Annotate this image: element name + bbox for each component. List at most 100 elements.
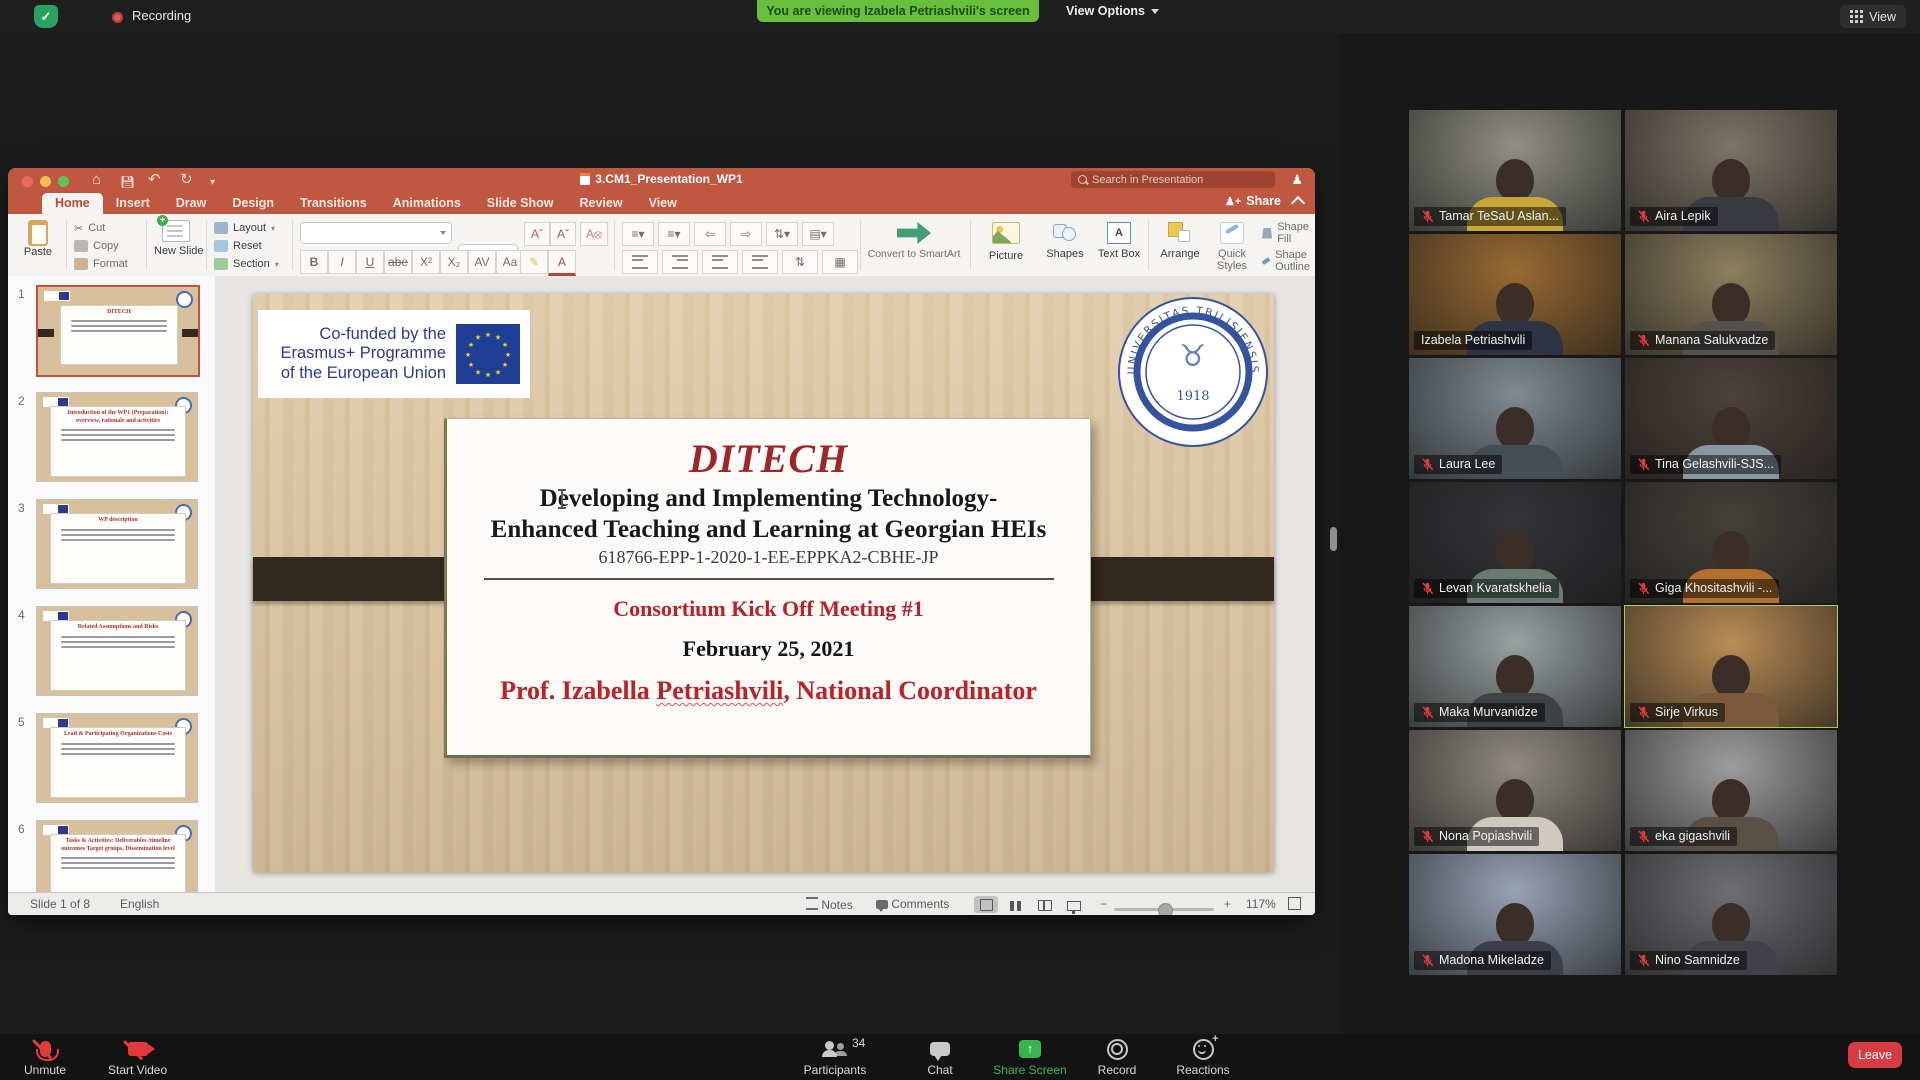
view-button[interactable]: View bbox=[1840, 5, 1906, 28]
italic-button[interactable]: I bbox=[328, 250, 356, 274]
language-status[interactable]: English bbox=[120, 897, 159, 911]
video-tile-nino-samnidze[interactable]: Nino Samnidze bbox=[1625, 854, 1837, 975]
highlight-color-button[interactable]: ✎ bbox=[520, 250, 548, 274]
slide-text-box[interactable]: DITECH Developing and Implementing Techn… bbox=[444, 418, 1091, 758]
tab-review[interactable]: Review bbox=[566, 193, 635, 214]
tab-home[interactable]: Home bbox=[42, 193, 103, 214]
font-name-select[interactable] bbox=[300, 222, 452, 244]
quick-styles-button[interactable]: Quick Styles bbox=[1208, 222, 1256, 272]
slide-thumbnail-5[interactable]: Lead & Participating Organizations Costs bbox=[36, 713, 198, 803]
video-tile-sirje-virkus[interactable]: Sirje Virkus bbox=[1625, 606, 1837, 727]
video-tile-levan-kvaratskhelia[interactable]: Levan Kvaratskhelia bbox=[1409, 482, 1621, 603]
video-tile-tamar-tesau-aslan[interactable]: Tamar TeSaU Aslan... bbox=[1409, 110, 1621, 231]
security-shield-icon[interactable]: ✓ bbox=[34, 5, 58, 28]
tab-draw[interactable]: Draw bbox=[163, 193, 220, 214]
superscript-button[interactable]: X² bbox=[412, 250, 440, 274]
record-button[interactable]: Record bbox=[1090, 1038, 1144, 1077]
arrange-button[interactable]: Arrange bbox=[1154, 222, 1206, 260]
zoom-out-button[interactable]: − bbox=[1100, 897, 1107, 911]
unmute-button[interactable]: Unmute bbox=[24, 1038, 66, 1077]
panel-splitter-handle[interactable] bbox=[1330, 527, 1337, 551]
video-tile-eka-gigashvili[interactable]: eka gigashvili bbox=[1625, 730, 1837, 851]
view-options-menu[interactable]: View Options bbox=[1058, 0, 1167, 22]
comments-toggle[interactable]: Comments bbox=[876, 897, 949, 911]
numbered-list-button[interactable]: ≡▾ bbox=[658, 222, 690, 246]
tab-insert[interactable]: Insert bbox=[103, 193, 163, 214]
zoom-slider-knob[interactable] bbox=[1158, 903, 1173, 915]
font-color-button[interactable]: A bbox=[548, 250, 576, 276]
share-screen-button[interactable]: ↑ Share Screen bbox=[988, 1038, 1072, 1077]
video-tile-nona-popiashvili[interactable]: Nona Popiashvili bbox=[1409, 730, 1621, 851]
align-left-button[interactable] bbox=[622, 250, 658, 274]
slide-thumbnail-2[interactable]: Introduction of the WP1 (Preparation): o… bbox=[36, 392, 198, 482]
tab-slide-show[interactable]: Slide Show bbox=[474, 193, 567, 214]
add-table-button[interactable]: ▤▾ bbox=[802, 222, 834, 246]
increase-indent-button[interactable]: ⇨ bbox=[730, 222, 762, 246]
search-in-presentation-input[interactable]: Search in Presentation bbox=[1071, 171, 1275, 188]
normal-view-button[interactable] bbox=[974, 896, 998, 913]
slide-thumbnail-1[interactable]: DITECH bbox=[36, 285, 200, 377]
reactions-button[interactable]: + Reactions bbox=[1168, 1038, 1238, 1077]
align-justify-button[interactable] bbox=[742, 250, 778, 274]
slide-sorter-view-button[interactable] bbox=[1003, 897, 1027, 914]
subscript-button[interactable]: X₂ bbox=[440, 250, 468, 274]
slide-thumbnail-3[interactable]: WP description bbox=[36, 499, 198, 589]
video-tile-maka-murvanidze[interactable]: Maka Murvanidze bbox=[1409, 606, 1621, 727]
section-button[interactable]: Section▾ bbox=[214, 255, 279, 273]
line-spacing-button[interactable]: ⇅▾ bbox=[766, 222, 798, 246]
tab-view[interactable]: View bbox=[636, 193, 690, 214]
strikethrough-button[interactable]: abe bbox=[384, 250, 412, 274]
picture-button[interactable]: Picture bbox=[980, 222, 1032, 262]
zoom-slider[interactable] bbox=[1114, 903, 1214, 915]
zoom-percentage[interactable]: 117% bbox=[1246, 897, 1276, 911]
account-presence-icon[interactable]: ♟︎ bbox=[1291, 172, 1303, 188]
new-slide-button[interactable]: + New Slide bbox=[154, 220, 198, 257]
start-video-button[interactable]: Start Video bbox=[108, 1038, 167, 1077]
align-right-button[interactable] bbox=[702, 250, 738, 274]
align-center-button[interactable] bbox=[662, 250, 698, 274]
cut-button[interactable]: ✂Cut bbox=[74, 219, 128, 237]
slide-thumbnail-4[interactable]: Related Assumptions and Risks bbox=[36, 606, 198, 696]
bullet-list-button[interactable]: ≡▾ bbox=[622, 222, 654, 246]
video-tile-madona-mikeladze[interactable]: Madona Mikeladze bbox=[1409, 854, 1621, 975]
convert-to-smartart-button[interactable]: Convert to SmartArt bbox=[866, 222, 962, 260]
bold-button[interactable]: B bbox=[300, 250, 328, 274]
text-box-button[interactable]: A Text Box bbox=[1096, 222, 1142, 260]
video-tile-izabela-petriashvili[interactable]: Izabela Petriashvili bbox=[1409, 234, 1621, 355]
video-tile-giga-khositashvili[interactable]: Giga Khositashvili -... bbox=[1625, 482, 1837, 603]
copy-button[interactable]: Copy bbox=[74, 237, 128, 255]
video-tile-tina-gelashvili-sjs[interactable]: Tina Gelashvili-SJS... bbox=[1625, 358, 1837, 479]
participants-button[interactable]: 34 Participants bbox=[800, 1038, 870, 1077]
tab-design[interactable]: Design bbox=[219, 193, 287, 214]
increase-font-button[interactable]: Aˆ bbox=[524, 222, 550, 246]
reading-view-button[interactable] bbox=[1033, 897, 1057, 914]
shape-fill-button[interactable]: Shape Fill▾ bbox=[1262, 224, 1315, 242]
tab-transitions[interactable]: Transitions bbox=[287, 193, 380, 214]
leave-button[interactable]: Leave bbox=[1848, 1042, 1902, 1068]
underline-button[interactable]: U bbox=[356, 250, 384, 274]
zoom-in-button[interactable]: + bbox=[1224, 897, 1231, 911]
columns-button[interactable]: ▦ bbox=[822, 250, 858, 274]
layout-button[interactable]: Layout▾ bbox=[214, 219, 279, 237]
current-slide[interactable]: Co-funded by the Erasmus+ Programme of t… bbox=[253, 294, 1274, 872]
reset-button[interactable]: Reset bbox=[214, 237, 279, 255]
ppt-share-button[interactable]: ♟︎+ Share bbox=[1225, 194, 1281, 208]
shape-outline-button[interactable]: Shape Outline▾ bbox=[1262, 252, 1315, 270]
slideshow-view-button[interactable] bbox=[1062, 897, 1086, 914]
shapes-button[interactable]: Shapes bbox=[1038, 222, 1092, 260]
text-direction-button[interactable]: ⇅ bbox=[782, 250, 818, 274]
decrease-indent-button[interactable]: ⇦ bbox=[694, 222, 726, 246]
video-tile-manana-salukvadze[interactable]: Manana Salukvadze bbox=[1625, 234, 1837, 355]
tab-animations[interactable]: Animations bbox=[380, 193, 474, 214]
decrease-font-button[interactable]: Aˇ bbox=[550, 222, 576, 246]
slide-thumbnail-6[interactable]: Tasks & Activities: Deliverables /timeli… bbox=[36, 820, 198, 892]
format-painter-button[interactable]: Format bbox=[74, 255, 128, 273]
notes-toggle[interactable]: Notes bbox=[806, 897, 853, 912]
char-spacing-button[interactable]: AV bbox=[468, 250, 496, 274]
chat-button[interactable]: Chat bbox=[918, 1038, 962, 1077]
paste-button[interactable]: Paste bbox=[18, 220, 58, 258]
clear-format-button[interactable]: A⦻ bbox=[580, 222, 608, 246]
video-tile-aira-lepik[interactable]: Aira Lepik bbox=[1625, 110, 1837, 231]
fit-slide-button[interactable] bbox=[1288, 897, 1301, 911]
video-tile-laura-lee[interactable]: Laura Lee bbox=[1409, 358, 1621, 479]
